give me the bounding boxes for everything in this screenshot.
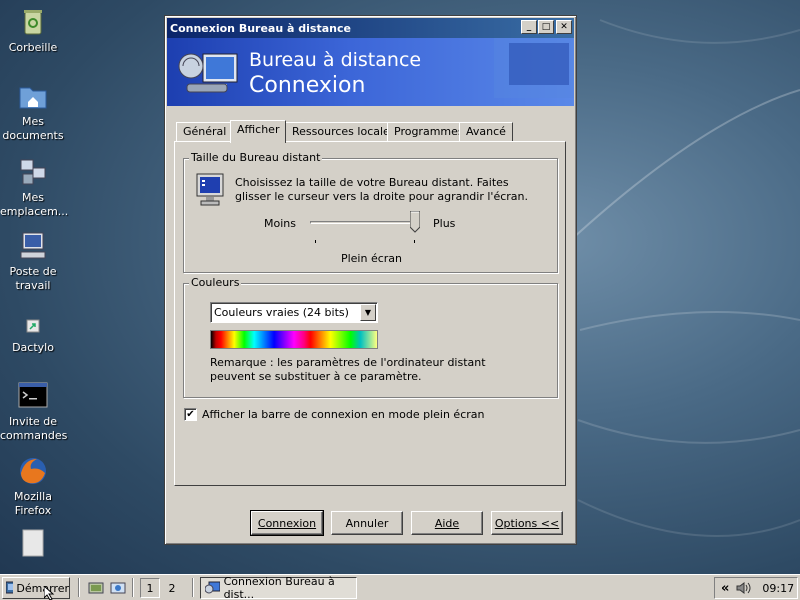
color-depth-select[interactable]: Couleurs vraies (24 bits) ▼ [210,302,378,323]
taskbar-separator [132,578,134,597]
minimize-button[interactable]: _ [521,20,537,34]
close-button[interactable]: ✕ [556,20,572,34]
desktop-icon-label: Mes documents [2,115,64,142]
connect-button[interactable]: Connexion [250,510,324,536]
tab-general[interactable]: Général [176,122,234,142]
monitor-icon [196,173,224,206]
remote-desktop-logo-icon [178,53,238,93]
fullscreen-bar-checkbox[interactable]: ✔ [184,408,197,421]
remote-desktop-size-group: Taille du Bureau distant Choisissez la t… [183,151,558,273]
shortcut-icon [17,318,49,338]
tab-panel-display: Taille du Bureau distant Choisissez la t… [174,141,566,486]
desktop-icon-my-documents[interactable]: Mes documents [0,80,66,143]
start-label: Démarrer [16,581,69,595]
banner: Bureau à distance Connexion [167,38,574,106]
slider-min-label: Moins [264,217,296,230]
taskbar-separator [78,578,80,597]
start-button[interactable]: Démarrer [2,577,70,599]
task-label: Connexion Bureau à dist... [223,575,335,600]
mouse-cursor-icon [44,586,55,600]
start-icon [6,581,14,594]
desktop-icon-label: Dactylo [12,341,54,354]
remote-desktop-icon [205,581,220,594]
browser-quicklaunch-icon[interactable] [110,581,126,595]
desktop-icon-network-places[interactable]: Mes emplacem... [0,156,69,219]
show-desktop-icon[interactable] [88,581,104,595]
slider-max-label: Plus [433,217,456,230]
slider-track [310,221,420,224]
desktop-icon-label: Poste de travail [9,265,57,292]
desktop-icon-label: Corbeille [8,41,58,54]
task-remote-desktop[interactable]: Connexion Bureau à dist... [200,575,357,600]
banner-title-line2: Connexion [249,73,366,98]
slider-tick [414,240,415,243]
file-icon [17,528,49,560]
size-slider[interactable] [310,210,421,243]
banner-title-line1: Bureau à distance [249,49,422,71]
group-label: Taille du Bureau distant [189,151,323,164]
desktop-icon-firefox[interactable]: Mozilla Firefox [0,455,66,518]
desktop-icon-label: Mes emplacem... [0,191,69,218]
workspace-2[interactable]: 2 [162,578,182,598]
firefox-icon [17,455,49,487]
size-description: Choisissez la taille de votre Bureau dis… [235,176,528,203]
slider-thumb[interactable] [409,210,421,233]
slider-value-label: Plein écran [340,252,403,265]
taskbar: Démarrer 1 2 Connexion Bureau à dist... … [0,574,800,600]
colors-group: Couleurs Couleurs vraies (24 bits) ▼ Rem… [183,276,558,398]
system-tray: « 09:17 [714,577,798,599]
cancel-button[interactable]: Annuler [331,511,403,535]
taskbar-separator [192,578,194,597]
my-documents-icon [17,80,49,112]
options-button[interactable]: Options << [491,511,563,535]
recycle-bin-icon [17,6,49,38]
slider-tick [315,240,316,243]
my-computer-icon [17,230,49,262]
workspace-1[interactable]: 1 [140,578,160,598]
remote-desktop-dialog: Connexion Bureau à distance _ □ ✕ Bureau… [164,15,577,545]
command-prompt-icon [17,380,49,412]
desktop-icon-recycle-bin[interactable]: Corbeille [0,6,66,55]
colors-note: Remarque : les paramètres de l'ordinateu… [210,356,486,383]
desktop-icon-label: Mozilla Firefox [14,490,52,517]
tray-chevron-icon[interactable]: « [721,581,729,596]
desktop-icon-command-prompt[interactable]: Invite de commandes [0,380,68,443]
banner-monitor-graphic [494,38,574,98]
desktop-icon-dactylo[interactable]: Dactylo [0,318,66,355]
volume-icon[interactable] [735,581,751,595]
help-button[interactable]: Aide [411,511,483,535]
desktop-icon-label: Invite de commandes [0,415,68,442]
title-bar[interactable]: Connexion Bureau à distance _ □ ✕ [167,18,574,38]
color-depth-value: Couleurs vraies (24 bits) [214,306,349,319]
clock[interactable]: 09:17 [762,582,794,595]
group-label: Couleurs [189,276,242,289]
desktop-icon-my-computer[interactable]: Poste de travail [0,230,66,293]
fullscreen-bar-checkbox-label[interactable]: Afficher la barre de connexion en mode p… [202,408,484,421]
tab-advanced[interactable]: Avancé [459,122,513,142]
tab-display[interactable]: Afficher [230,120,287,143]
desktop-icon-blank[interactable] [0,528,66,563]
window-title: Connexion Bureau à distance [170,21,351,35]
maximize-button[interactable]: □ [538,20,554,34]
network-places-icon [17,156,49,188]
color-spectrum-bar [210,330,378,349]
chevron-down-icon[interactable]: ▼ [360,304,376,321]
tab-local-resources[interactable]: Ressources locales [285,122,403,142]
